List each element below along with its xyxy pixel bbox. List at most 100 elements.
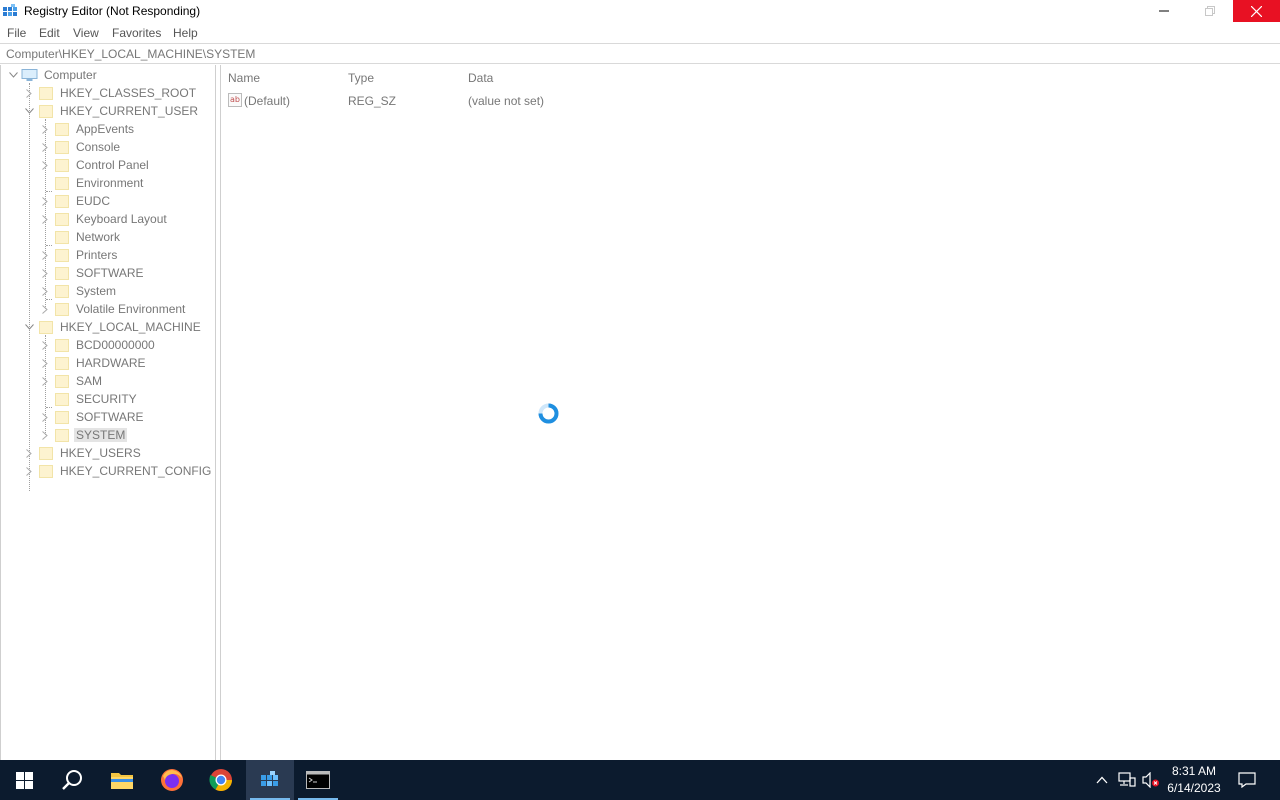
volume-tray-button[interactable] [1141,770,1161,790]
menu-edit[interactable]: Edit [39,26,60,40]
folder-icon [55,374,69,388]
network-tray-button[interactable] [1117,770,1137,790]
registry-editor-app-icon[interactable] [3,4,18,19]
tree-item-system[interactable]: SYSTEM [40,426,128,444]
close-button[interactable] [1233,0,1280,22]
address-bar[interactable]: Computer\HKEY_LOCAL_MACHINE\SYSTEM [0,43,1280,64]
expand-chevron-icon[interactable] [40,358,50,368]
tree-item-appevents[interactable]: AppEvents [40,120,136,138]
folder-icon [55,158,69,172]
computer-icon [21,68,38,81]
expand-chevron-icon[interactable] [40,214,50,224]
column-header-type[interactable]: Type [348,71,374,85]
network-icon [1118,772,1136,787]
tree-item-security[interactable]: SECURITY [40,390,139,408]
tree-item-computer[interactable]: Computer [8,66,99,84]
start-icon [15,771,33,789]
tree-item-bcd00000000[interactable]: BCD00000000 [40,336,157,354]
collapse-chevron-icon[interactable] [24,322,34,332]
value-row[interactable]: ab (Default) REG_SZ (value not set) [221,92,821,110]
values-list-pane[interactable]: Name Type Data ab (Default) REG_SZ (valu… [221,65,1280,760]
tree-item-hkey-current-user[interactable]: HKEY_CURRENT_USER [24,102,200,120]
notification-icon [1238,772,1256,788]
start-button[interactable] [0,760,48,800]
expand-chevron-icon[interactable] [40,142,50,152]
clock-date: 6/14/2023 [1167,781,1221,795]
folder-icon [55,356,69,370]
folder-icon [55,194,69,208]
tree-item-software[interactable]: SOFTWARE [40,264,146,282]
taskbar-chrome[interactable] [197,760,245,800]
collapse-chevron-icon[interactable] [24,106,34,116]
value-name: (Default) [244,94,291,108]
folder-icon [55,428,69,442]
window-title: Registry Editor (Not Responding) [24,4,201,18]
tree-item-hkey-local-machine[interactable]: HKEY_LOCAL_MACHINE [24,318,203,336]
tree-item-hkey-classes-root[interactable]: HKEY_CLASSES_ROOT [24,84,198,102]
expand-chevron-icon[interactable] [40,286,50,296]
tree-label: HKEY_CURRENT_CONFIG [60,464,212,478]
tree-label: Computer [44,68,97,82]
expand-chevron-icon[interactable] [40,304,50,314]
minimize-button[interactable] [1141,0,1187,22]
tree-label: SYSTEM [74,428,128,442]
tree-item-software[interactable]: SOFTWARE [40,408,146,426]
tree-item-network[interactable]: Network [40,228,122,246]
menu-view[interactable]: View [73,26,99,40]
value-type: REG_SZ [348,94,397,108]
expand-chevron-icon[interactable] [24,448,34,458]
tree-item-sam[interactable]: SAM [40,372,104,390]
tree-item-keyboard-layout[interactable]: Keyboard Layout [40,210,169,228]
tree-item-control-panel[interactable]: Control Panel [40,156,151,174]
column-header-name[interactable]: Name [228,71,260,85]
taskbar-registry-editor[interactable] [246,760,294,800]
expand-chevron-icon[interactable] [40,124,50,134]
menu-file[interactable]: File [7,26,26,40]
folder-icon [55,122,69,136]
menu-help[interactable]: Help [173,26,198,40]
folder-icon [39,446,53,460]
search-button[interactable] [48,760,96,800]
expand-chevron-icon[interactable] [40,376,50,386]
taskbar-firefox[interactable] [148,760,196,800]
tree-item-volatile-environment[interactable]: Volatile Environment [40,300,187,318]
tree-item-hkey-current-config[interactable]: HKEY_CURRENT_CONFIG [24,462,213,480]
minimize-icon [1159,10,1169,12]
expand-chevron-icon[interactable] [40,268,50,278]
tree-item-hardware[interactable]: HARDWARE [40,354,148,372]
tree-label: Control Panel [76,158,149,172]
expand-chevron-icon[interactable] [40,160,50,170]
expand-chevron-icon[interactable] [40,250,50,260]
menu-favorites[interactable]: Favorites [112,26,161,40]
key-tree-pane[interactable]: Computer HKEY_CLASSES_ROOT HKEY_CURRENT_… [0,65,216,760]
expand-chevron-icon[interactable] [40,412,50,422]
tree-item-hkey-users[interactable]: HKEY_USERS [24,444,143,462]
tree-label: BCD00000000 [76,338,155,352]
expand-chevron-icon[interactable] [40,196,50,206]
tree-label: SAM [76,374,103,388]
taskbar-file-explorer[interactable] [98,760,146,800]
expand-chevron-icon[interactable] [24,88,34,98]
tree-item-system[interactable]: System [40,282,118,300]
taskbar-clock[interactable]: 8:31 AM 6/14/2023 [1162,763,1226,797]
menu-bar: File Edit View Favorites Help [0,23,1280,43]
tree-item-printers[interactable]: Printers [40,246,119,264]
taskbar-command-prompt[interactable] [294,760,342,800]
taskbar: 8:31 AM 6/14/2023 [0,760,1280,800]
action-center-button[interactable] [1237,770,1257,790]
tree-item-environment[interactable]: Environment [40,174,145,192]
collapse-chevron-icon[interactable] [8,70,18,80]
expand-chevron-icon[interactable] [40,340,50,350]
tree-label: HKEY_LOCAL_MACHINE [60,320,201,334]
expand-chevron-icon[interactable] [40,430,50,440]
string-value-icon: ab [228,93,242,107]
expand-chevron-icon[interactable] [24,466,34,476]
tree-item-eudc[interactable]: EUDC [40,192,112,210]
maximize-button[interactable] [1187,0,1233,22]
column-header-data[interactable]: Data [468,71,493,85]
address-path[interactable]: Computer\HKEY_LOCAL_MACHINE\SYSTEM [6,47,255,61]
chevron-up-icon [1096,776,1108,784]
tree-label: HKEY_USERS [60,446,141,460]
show-hidden-icons-button[interactable] [1094,770,1110,790]
tree-item-console[interactable]: Console [40,138,122,156]
